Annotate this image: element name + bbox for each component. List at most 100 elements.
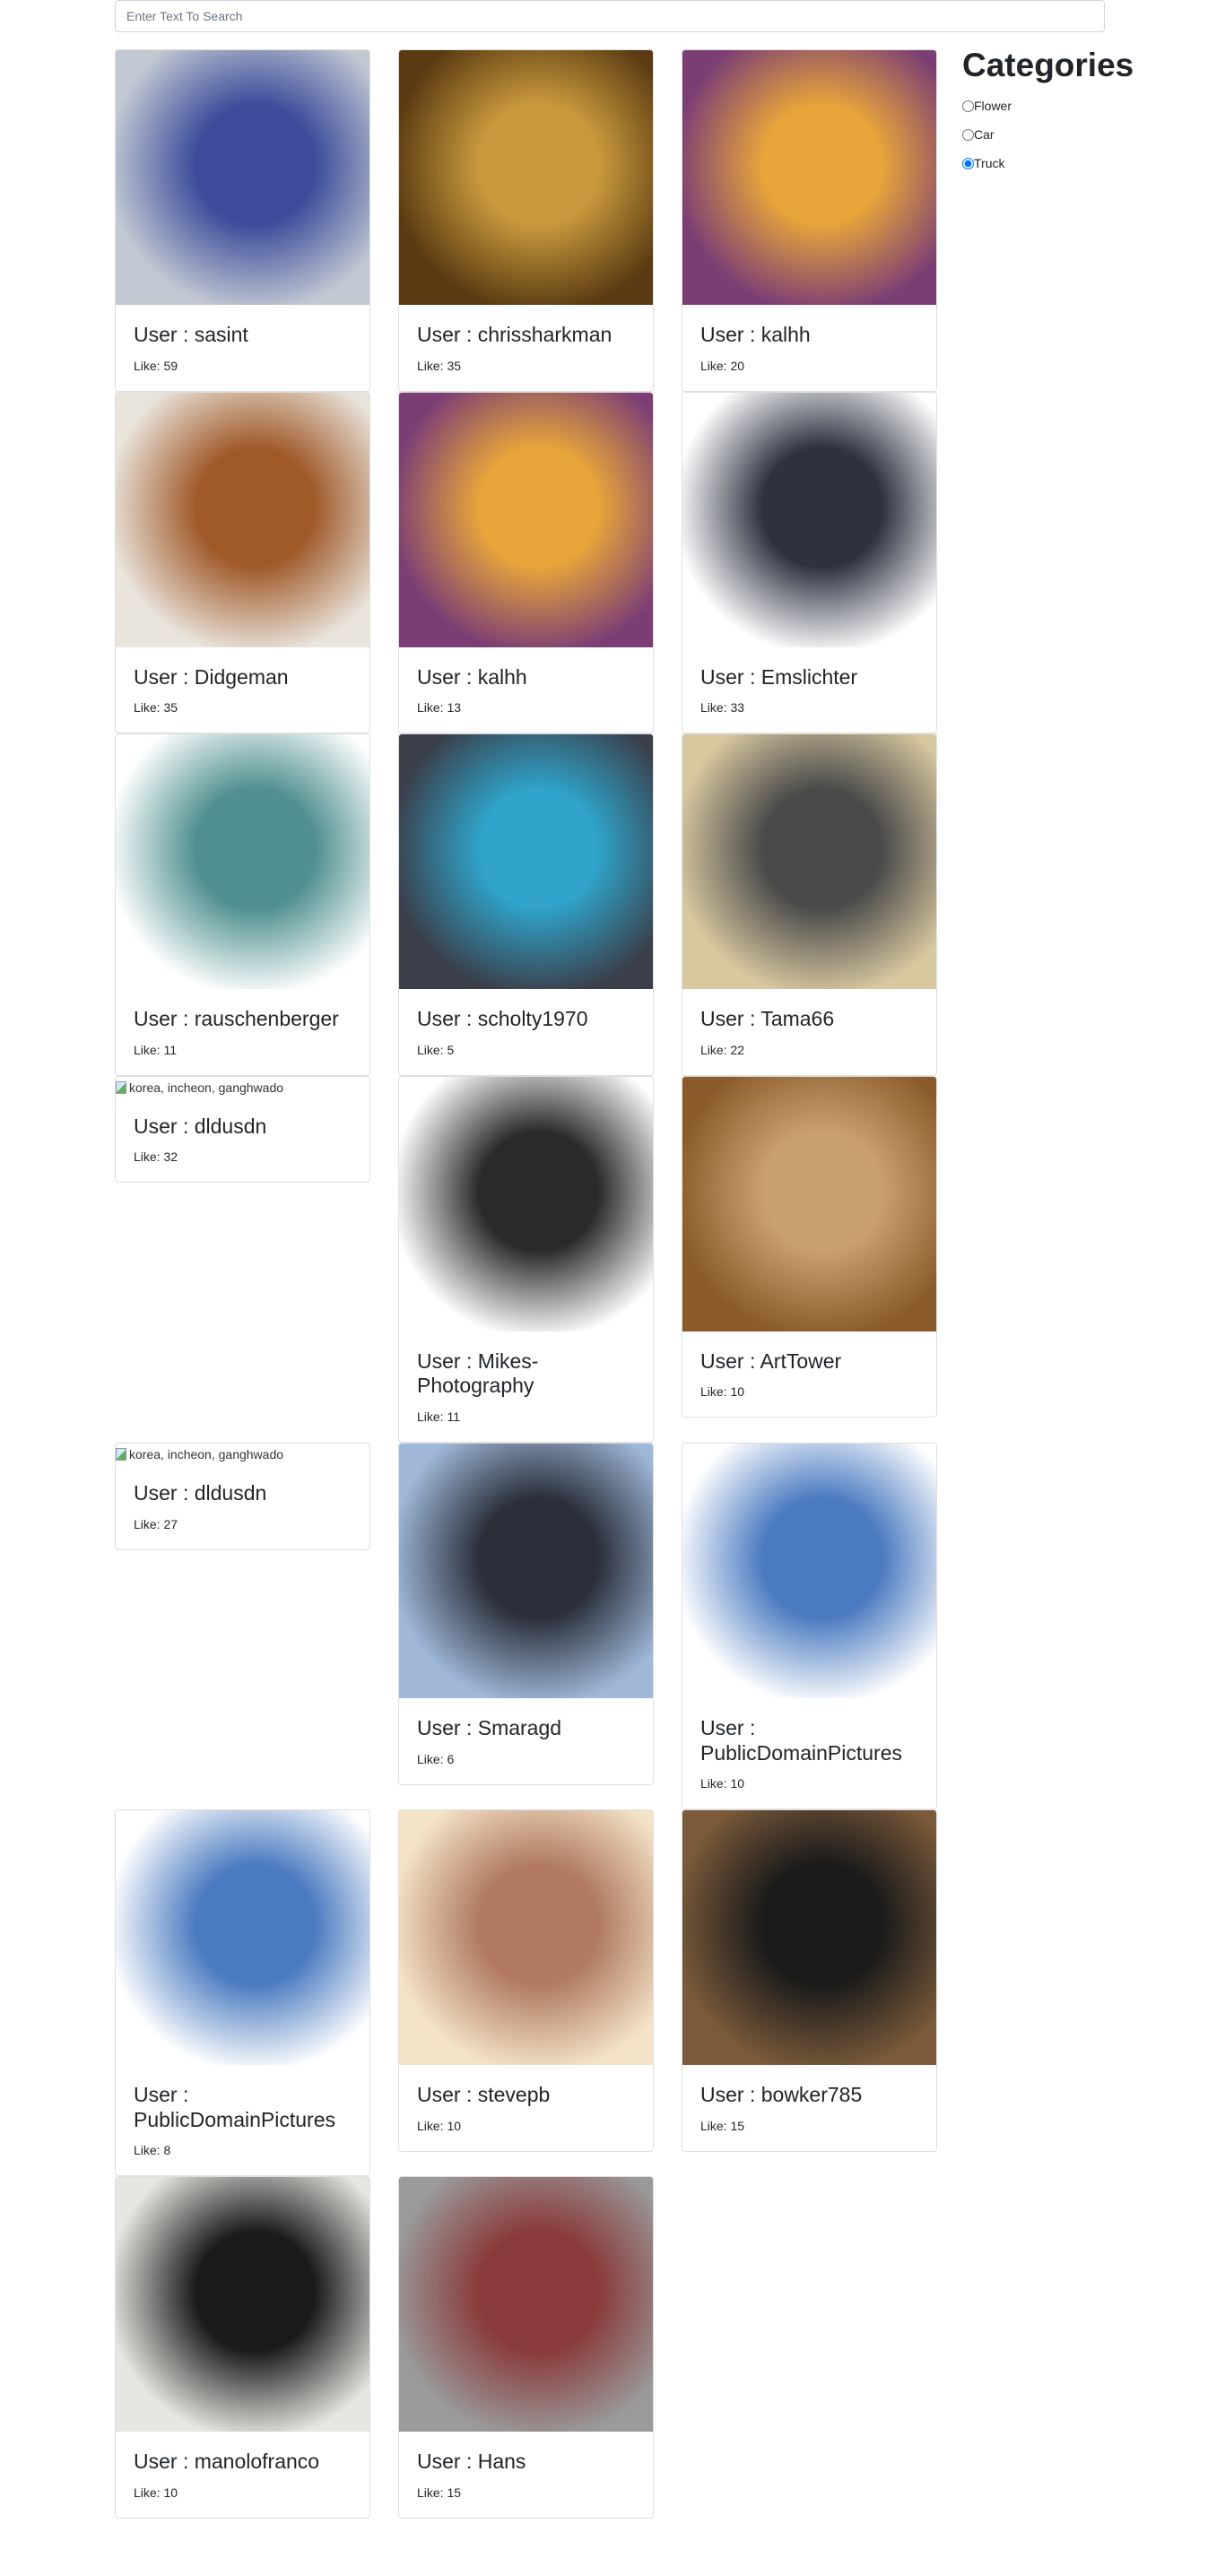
flower-radio[interactable]: [962, 100, 974, 112]
card-image[interactable]: [682, 1810, 936, 2066]
card-user-title: User : scholty1970: [417, 1007, 588, 1031]
card-like-count: Like: 33: [700, 700, 745, 716]
card-user-title: User : dldusdn: [134, 1114, 267, 1138]
card-like-count: Like: 20: [700, 358, 745, 373]
image-card[interactable]: User : Emslichter Like: 33: [682, 391, 937, 734]
card-user-title: User : Tama66: [700, 1007, 835, 1031]
card-like-count: Like: 13: [417, 700, 462, 716]
card-body: User : chrissharkman Like: 35: [399, 305, 653, 391]
card-like-count: Like: 10: [134, 2485, 178, 2500]
card-like-count: Like: 5: [417, 1042, 455, 1057]
card-like-count: Like: 59: [134, 358, 178, 373]
card-user-title: User : dldusdn: [134, 1480, 267, 1505]
card-like-count: Like: 11: [417, 1409, 460, 1424]
card-image[interactable]: [399, 734, 653, 990]
card-body: User : Mikes-Photography Like: 11: [399, 1331, 653, 1442]
image-card[interactable]: User : Hans Like: 15: [398, 2176, 654, 2519]
card-image[interactable]: [116, 392, 369, 647]
category-option-truck[interactable]: Truck: [962, 149, 1134, 178]
card-image[interactable]: [682, 50, 936, 305]
image-card[interactable]: User : scholty1970 Like: 5: [398, 733, 654, 1076]
card-image[interactable]: [399, 1076, 653, 1331]
card-image[interactable]: [682, 1076, 936, 1331]
image-card[interactable]: korea, incheon, ganghwado User : dldusdn L…: [115, 1442, 370, 1550]
card-user-title: User : kalhh: [700, 323, 811, 346]
image-card[interactable]: User : Smaragd Like: 6: [398, 1442, 654, 1785]
card-user-title: User : Didgeman: [134, 664, 289, 689]
card-body: User : Tama66 Like: 22: [682, 989, 936, 1075]
card-like-count: Like: 8: [134, 2143, 171, 2158]
card-row: User : rauschenberger Like: 11 User : scho…: [115, 733, 937, 1076]
card-like-count: Like: 27: [134, 1516, 178, 1531]
image-card[interactable]: User : sasint Like: 59: [115, 49, 370, 392]
card-row: User : sasint Like: 59 User : chrissharkma…: [115, 49, 937, 392]
image-alt-text: korea, incheon, ganghwado: [129, 1080, 284, 1095]
card-image[interactable]: [399, 50, 653, 305]
card-body: User : Smaragd Like: 6: [399, 1698, 653, 1784]
category-option-flower[interactable]: Flower: [962, 91, 1134, 120]
card-user-title: User : Smaragd: [417, 1715, 562, 1739]
image-card[interactable]: User : manolofranco Like: 10: [115, 2176, 370, 2519]
image-card[interactable]: User : Didgeman Like: 35: [115, 391, 370, 734]
card-like-count: Like: 11: [134, 1042, 177, 1057]
truck-radio[interactable]: [962, 157, 974, 169]
card-image[interactable]: [116, 50, 369, 305]
card-body: User : PublicDomainPictures Like: 8: [116, 2065, 369, 2175]
image-card[interactable]: User : bowker785 Like: 15: [682, 1809, 937, 2152]
card-image[interactable]: [399, 392, 653, 647]
card-row: korea, incheon, ganghwado User : dldusdn L…: [115, 1442, 937, 1810]
card-image[interactable]: [682, 392, 936, 647]
card-user-title: User : Hans: [417, 2450, 526, 2474]
card-user-title: User : PublicDomainPictures: [134, 2083, 335, 2131]
search-input[interactable]: [115, 0, 1105, 32]
card-body: User : scholty1970 Like: 5: [399, 989, 653, 1075]
card-like-count: Like: 10: [700, 1384, 745, 1400]
broken-image: korea, incheon, ganghwado: [116, 1444, 369, 1463]
card-body: User : PublicDomainPictures Like: 10: [682, 1698, 936, 1808]
card-like-count: Like: 35: [134, 700, 178, 716]
card-body: User : stevepb Like: 10: [399, 2065, 653, 2151]
card-like-count: Like: 15: [417, 2485, 462, 2500]
card-row: User : Didgeman Like: 35 User : kalhh Like:…: [115, 391, 937, 734]
card-image[interactable]: [682, 1443, 936, 1698]
category-option-car[interactable]: Car: [962, 120, 1134, 149]
card-user-title: User : ArtTower: [700, 1349, 842, 1373]
card-image[interactable]: [116, 2177, 369, 2433]
image-card[interactable]: User : Tama66 Like: 22: [682, 733, 937, 1076]
card-image[interactable]: [682, 734, 936, 990]
card-body: User : Didgeman Like: 35: [116, 647, 369, 733]
card-body: User : bowker785 Like: 15: [682, 2065, 936, 2151]
card-like-count: Like: 15: [700, 2118, 745, 2133]
flower-label: Flower: [974, 99, 1012, 113]
card-user-title: User : stevepb: [417, 2083, 551, 2107]
image-card[interactable]: User : ArtTower Like: 10: [682, 1075, 937, 1418]
image-card[interactable]: User : stevepb Like: 10: [398, 1809, 654, 2152]
image-card[interactable]: User : kalhh Like: 13: [398, 391, 654, 734]
card-like-count: Like: 32: [134, 1149, 178, 1165]
card-body: User : rauschenberger Like: 11: [116, 989, 369, 1075]
card-user-title: User : PublicDomainPictures: [700, 1715, 902, 1765]
image-card[interactable]: User : Mikes-Photography Like: 11: [398, 1075, 654, 1443]
card-body: User : manolofranco Like: 10: [116, 2432, 369, 2518]
image-card[interactable]: User : rauschenberger Like: 11: [115, 733, 370, 1076]
image-card[interactable]: korea, incheon, ganghwado User : dldusdn L…: [115, 1075, 370, 1184]
card-image[interactable]: [399, 1443, 653, 1698]
image-card[interactable]: User : chrissharkman Like: 35: [398, 49, 654, 392]
image-card[interactable]: User : PublicDomainPictures Like: 8: [115, 1809, 370, 2177]
card-image[interactable]: [116, 1810, 369, 2066]
card-image[interactable]: [399, 1810, 653, 2066]
card-body: User : Emslichter Like: 33: [682, 647, 936, 733]
card-row: korea, incheon, ganghwado User : dldusdn L…: [115, 1075, 937, 1443]
image-card[interactable]: User : PublicDomainPictures Like: 10: [682, 1442, 937, 1810]
broken-image-icon: [116, 1080, 126, 1094]
image-card[interactable]: User : kalhh Like: 20: [682, 49, 937, 392]
categories-panel: Categories Flower Car Truck: [962, 47, 1134, 178]
truck-label: Truck: [974, 156, 1005, 170]
card-image[interactable]: [399, 2177, 653, 2433]
card-body: User : kalhh Like: 20: [682, 305, 936, 391]
car-label: Car: [974, 127, 995, 142]
car-radio[interactable]: [962, 128, 974, 141]
card-image[interactable]: [116, 734, 369, 990]
card-body: User : ArtTower Like: 10: [682, 1331, 936, 1418]
card-body: User : sasint Like: 59: [116, 305, 369, 391]
